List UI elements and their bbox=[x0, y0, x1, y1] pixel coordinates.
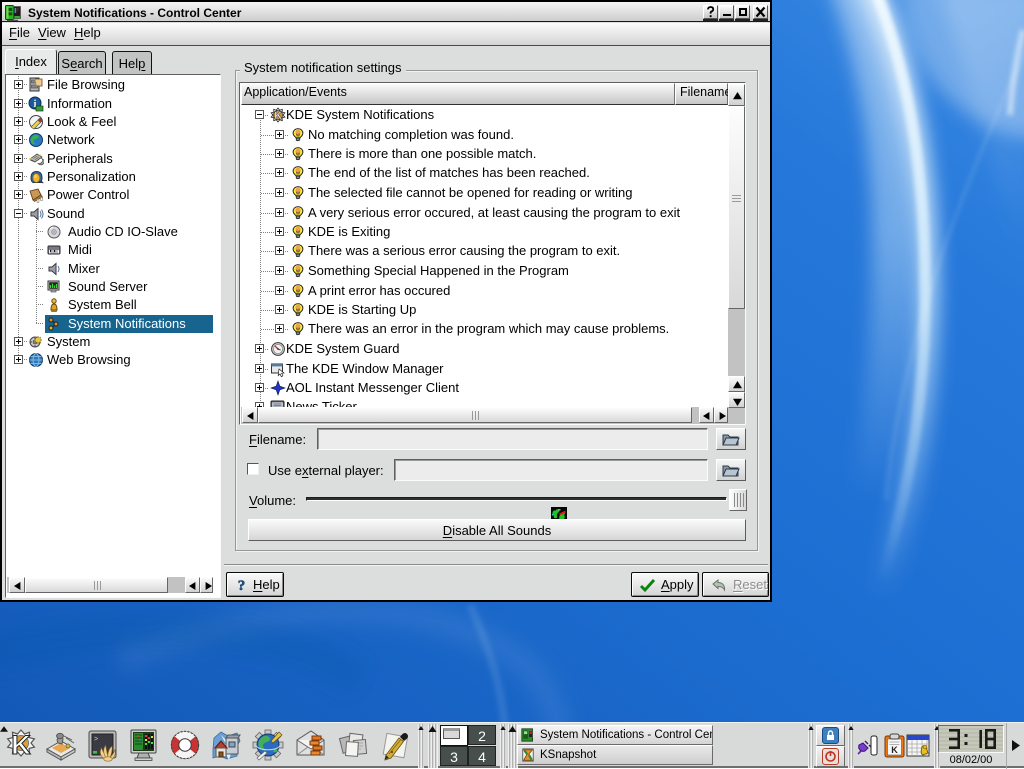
svg-text:?: ? bbox=[238, 578, 246, 593]
svg-text:K: K bbox=[891, 745, 898, 755]
svg-text:K: K bbox=[274, 110, 282, 122]
svg-text:>: > bbox=[94, 736, 98, 744]
svg-text:K: K bbox=[11, 730, 31, 760]
